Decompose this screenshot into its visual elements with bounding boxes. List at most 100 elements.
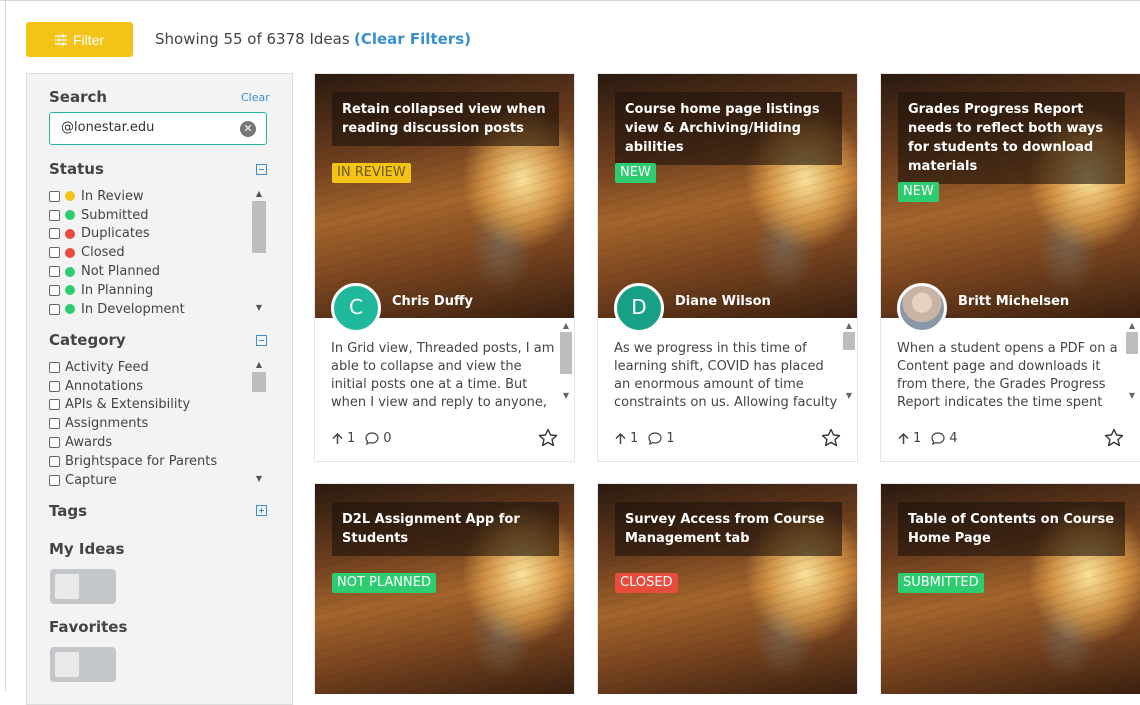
status-item-in-review[interactable]: In Review [49, 187, 269, 206]
status-title: Status [49, 160, 104, 178]
scroll-thumb[interactable] [252, 372, 266, 392]
status-item-not-planned[interactable]: Not Planned [49, 262, 269, 281]
category-scrollbar[interactable]: ▲ ▼ [251, 358, 267, 486]
filter-sidebar: Search Clear ✕ Status In Review Submitte… [26, 73, 293, 705]
category-item[interactable]: Annotations [49, 377, 269, 396]
idea-stats: 1 0 [332, 431, 392, 446]
search-field[interactable]: ✕ [49, 112, 267, 145]
scroll-down-icon[interactable]: ▼ [251, 472, 267, 486]
upvote-arrow-icon[interactable] [332, 432, 343, 445]
clear-search-icon[interactable]: ✕ [240, 121, 256, 137]
scroll-up-icon[interactable]: ▲ [559, 320, 573, 332]
comment-icon[interactable] [931, 432, 945, 445]
idea-card[interactable]: Survey Access from Course Management tab… [597, 483, 858, 694]
favorites-title: Favorites [49, 618, 128, 636]
clear-filters-link[interactable]: (Clear Filters) [354, 30, 471, 48]
checkbox[interactable] [49, 284, 60, 296]
favorite-star-icon[interactable] [821, 428, 841, 448]
idea-description: When a student opens a PDF on a Content … [897, 341, 1118, 410]
tags-expand-icon[interactable] [256, 505, 267, 516]
idea-title[interactable]: Retain collapsed view when reading discu… [332, 92, 559, 146]
avatar: C [331, 283, 381, 333]
checkbox[interactable] [49, 455, 60, 467]
status-dot-icon [65, 266, 75, 277]
search-clear-link[interactable]: Clear [241, 91, 270, 104]
status-item-submitted[interactable]: Submitted [49, 206, 269, 225]
category-item[interactable]: APIs & Extensibility [49, 396, 269, 415]
scroll-down-icon[interactable]: ▼ [251, 301, 267, 315]
scroll-down-icon[interactable]: ▼ [559, 390, 573, 402]
checkbox[interactable] [49, 209, 60, 221]
author-name: Britt Michelsen [958, 294, 1070, 309]
idea-description: In Grid view, Threaded posts, I am able … [331, 341, 555, 410]
idea-title[interactable]: D2L Assignment App for Students [332, 502, 559, 556]
filter-button[interactable]: Filter [26, 22, 133, 57]
status-dot-icon [65, 228, 75, 239]
category-item[interactable]: Activity Feed [49, 358, 269, 377]
scroll-thumb[interactable] [1126, 332, 1138, 354]
checkbox[interactable] [49, 474, 60, 486]
scroll-up-icon[interactable]: ▲ [251, 187, 267, 201]
left-border [5, 0, 6, 691]
description-scrollbar[interactable]: ▲ ▼ [842, 320, 856, 416]
status-item-in-development[interactable]: In Development [49, 300, 269, 319]
category-item[interactable]: Brightspace for Parents [49, 452, 269, 471]
status-item-in-planning[interactable]: In Planning [49, 281, 269, 300]
comment-count: 4 [949, 431, 958, 446]
checkbox[interactable] [49, 380, 60, 392]
checkbox[interactable] [49, 399, 60, 411]
idea-title[interactable]: Course home page listings view & Archivi… [615, 92, 842, 165]
scroll-thumb[interactable] [560, 332, 572, 374]
status-badge: SUBMITTED [898, 573, 984, 593]
checkbox[interactable] [49, 418, 60, 430]
upvote-arrow-icon[interactable] [898, 432, 909, 445]
idea-card[interactable]: D2L Assignment App for Students NOT PLAN… [314, 483, 575, 694]
category-item[interactable]: Assignments [49, 414, 269, 433]
upvote-arrow-icon[interactable] [615, 432, 626, 445]
category-item[interactable]: Awards [49, 433, 269, 452]
comment-icon[interactable] [648, 432, 662, 445]
status-dot-icon [65, 304, 75, 315]
filter-button-label: Filter [72, 31, 105, 48]
checkbox[interactable] [49, 361, 60, 373]
scroll-thumb[interactable] [252, 201, 266, 253]
comment-icon[interactable] [365, 432, 379, 445]
category-collapse-icon[interactable] [256, 335, 267, 346]
idea-title[interactable]: Survey Access from Course Management tab [615, 502, 842, 556]
idea-card[interactable]: Retain collapsed view when reading discu… [314, 73, 575, 462]
scroll-up-icon[interactable]: ▲ [1125, 320, 1139, 332]
status-scrollbar[interactable]: ▲ ▼ [251, 187, 267, 315]
idea-card[interactable]: Grades Progress Report needs to reflect … [880, 73, 1140, 462]
category-title: Category [49, 331, 126, 349]
idea-title[interactable]: Grades Progress Report needs to reflect … [898, 92, 1125, 184]
scroll-up-icon[interactable]: ▲ [842, 320, 856, 332]
status-dot-icon [65, 191, 75, 202]
idea-title[interactable]: Table of Contents on Course Home Page [898, 502, 1125, 556]
favorite-star-icon[interactable] [538, 428, 558, 448]
checkbox[interactable] [49, 303, 60, 315]
avatar: D [614, 283, 664, 333]
checkbox[interactable] [49, 437, 60, 449]
status-collapse-icon[interactable] [256, 164, 267, 175]
description-scrollbar[interactable]: ▲ ▼ [1125, 320, 1139, 416]
my-ideas-toggle[interactable] [50, 569, 116, 604]
vote-count: 1 [630, 431, 639, 446]
checkbox[interactable] [49, 228, 60, 240]
idea-card[interactable]: Table of Contents on Course Home Page SU… [880, 483, 1140, 694]
scroll-down-icon[interactable]: ▼ [1125, 390, 1139, 402]
idea-card[interactable]: Course home page listings view & Archivi… [597, 73, 858, 462]
scroll-thumb[interactable] [843, 332, 855, 350]
favorites-toggle[interactable] [50, 647, 116, 682]
checkbox[interactable] [49, 266, 60, 278]
status-item-duplicates[interactable]: Duplicates [49, 225, 269, 244]
category-item[interactable]: Capture [49, 471, 269, 490]
search-input[interactable] [61, 120, 236, 135]
checkbox[interactable] [49, 247, 60, 259]
scroll-down-icon[interactable]: ▼ [842, 390, 856, 402]
status-item-closed[interactable]: Closed [49, 243, 269, 262]
favorite-star-icon[interactable] [1104, 428, 1124, 448]
author-name: Diane Wilson [675, 294, 771, 309]
description-scrollbar[interactable]: ▲ ▼ [559, 320, 573, 416]
scroll-up-icon[interactable]: ▲ [251, 358, 267, 372]
checkbox[interactable] [49, 190, 60, 202]
